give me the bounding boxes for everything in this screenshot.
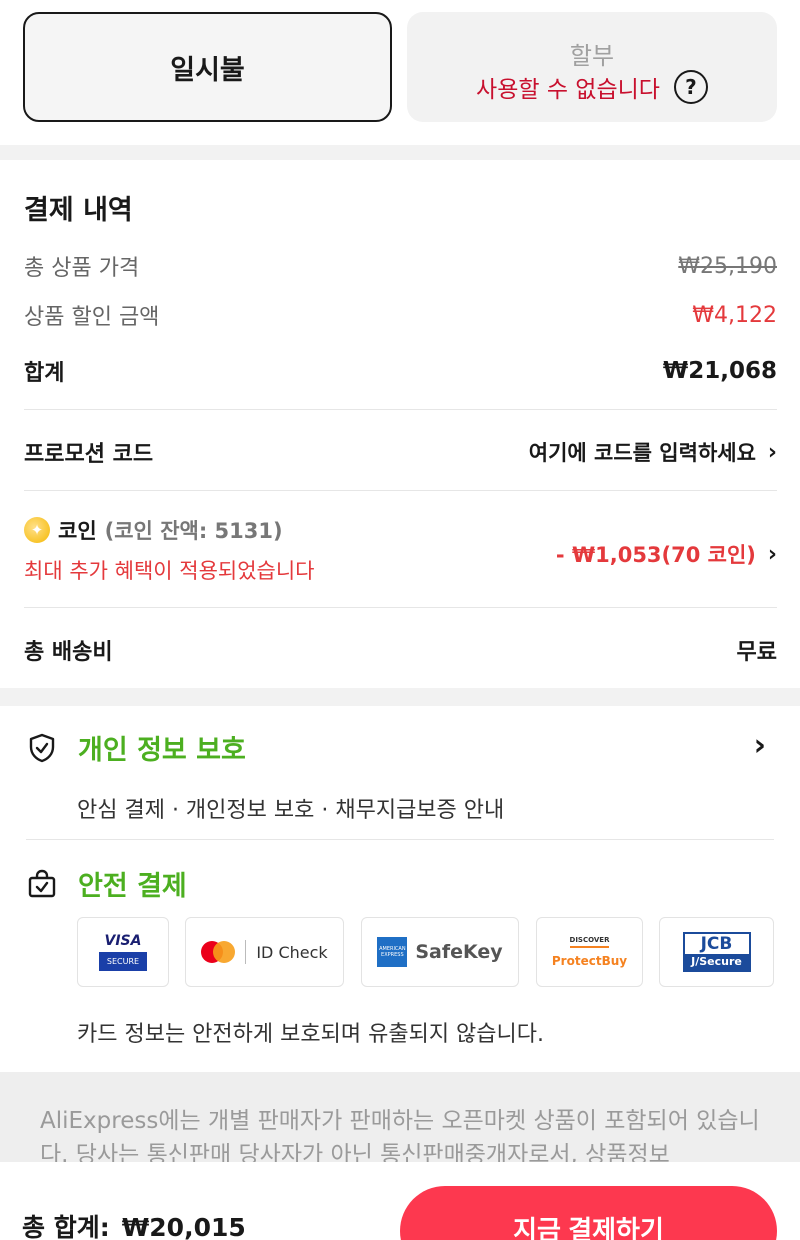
coin-icon: ✦ (24, 517, 50, 543)
badge-divider (245, 940, 247, 964)
amex-logo-icon: AMERICAN EXPRESS (377, 937, 408, 967)
shipping-label: 총 배송비 (24, 640, 113, 665)
lump-sum-option[interactable]: 일시불 (23, 12, 392, 122)
promo-code-input[interactable]: 여기에 코드를 입력하세요 › (529, 437, 777, 467)
divider (26, 839, 774, 840)
coin-benefit-note: 최대 추가 혜택이 적용되었습니다 (24, 559, 315, 583)
pay-now-button[interactable]: 지금 결제하기 (400, 1186, 777, 1240)
total-value: ₩21,068 (662, 358, 777, 384)
installment-option[interactable]: 할부 사용할 수 없습니다 ? (407, 12, 777, 122)
checkout-bar: 총 합계: ₩20,015 지금 결제하기 (0, 1162, 800, 1240)
chevron-right-icon: › (767, 541, 777, 567)
total-label: 합계 (24, 361, 65, 386)
secure-payment-title: 안전 결제 (78, 871, 187, 902)
visa-secure-text: SECURE (98, 952, 148, 971)
promo-code-placeholder: 여기에 코드를 입력하세요 (528, 441, 756, 465)
id-check-text: ID Check (256, 942, 328, 962)
coin-discount[interactable]: - ₩1,053(70 코인) › (556, 539, 777, 569)
subtotal-row: 총 상품 가격 ₩25,190 (24, 250, 777, 282)
visa-logo-text: VISA (104, 933, 142, 949)
jcb-jsecure-badge: JCB J/Secure (659, 917, 774, 987)
privacy-title: 개인 정보 보호 (78, 735, 246, 766)
total-row: 합계 ₩21,068 (24, 355, 777, 387)
installment-status-row: 사용할 수 없습니다 ? (407, 70, 777, 104)
promo-code-label: 프로모션 코드 (24, 442, 154, 467)
summary-title: 결제 내역 (24, 195, 133, 226)
installment-status: 사용할 수 없습니다 (476, 77, 660, 103)
amex-safekey-badge: AMERICAN EXPRESS SafeKey (361, 917, 519, 987)
chevron-right-icon[interactable]: › (754, 728, 766, 763)
discover-protectbuy-badge: DISCOVER ProtectBuy (536, 917, 643, 987)
mastercard-id-check-badge: ID Check (185, 917, 344, 987)
shipping-row: 총 배송비 무료 (24, 634, 777, 666)
divider (24, 490, 777, 491)
shipping-value: 무료 (736, 640, 777, 665)
disclaimer-section: AliExpress에는 개별 판매자가 판매하는 오픈마켓 상품이 포함되어 … (0, 1072, 800, 1172)
divider (24, 607, 777, 608)
discount-value: ₩4,122 (692, 302, 777, 328)
divider (24, 409, 777, 410)
payment-type-section: 일시불 할부 사용할 수 없습니다 ? (0, 0, 800, 145)
coin-label: 코인 (58, 519, 97, 543)
privacy-header[interactable]: 개인 정보 보호 (26, 728, 246, 767)
shield-check-icon (29, 733, 55, 762)
coin-row[interactable]: ✦ 코인 (코인 잔액: 5131) 최대 추가 혜택이 적용되었습니다 - ₩… (24, 515, 777, 585)
mastercard-logo-icon (201, 941, 236, 963)
card-security-note: 카드 정보는 안전하게 보호되며 유출되지 않습니다. (77, 1022, 545, 1047)
lump-sum-label: 일시불 (170, 54, 245, 86)
chevron-right-icon: › (767, 439, 777, 465)
protection-section: 개인 정보 보호 › 안심 결제 · 개인정보 보호 · 채무지급보증 안내 안… (0, 706, 800, 1072)
discover-logo-text: DISCOVER (569, 936, 610, 948)
coin-discount-value: - ₩1,053(70 코인) (555, 543, 756, 567)
section-gap (0, 688, 800, 706)
jcb-logo-text: JCB (700, 934, 733, 954)
discount-label: 상품 할인 금액 (24, 305, 160, 330)
visa-secure-badge: VISA SECURE (77, 917, 169, 987)
section-gap (0, 145, 800, 160)
secure-bag-icon (28, 869, 56, 897)
question-circle-icon[interactable]: ? (673, 70, 708, 104)
grand-total-label: 총 합계: (22, 1213, 110, 1240)
coin-balance: (코인 잔액: 5131) (104, 519, 283, 543)
payment-summary: 결제 내역 총 상품 가격 ₩25,190 상품 할인 금액 ₩4,122 합계… (0, 160, 800, 688)
installment-label: 할부 (569, 42, 615, 70)
subtotal-value: ₩25,190 (678, 253, 777, 279)
jsecure-text: J/Secure (684, 954, 749, 970)
safekey-text: SafeKey (415, 941, 503, 963)
subtotal-label: 총 상품 가격 (24, 256, 140, 281)
protectbuy-text: ProtectBuy (551, 954, 628, 968)
privacy-description: 안심 결제 · 개인정보 보호 · 채무지급보증 안내 (77, 798, 505, 823)
grand-total-value: ₩20,015 (121, 1213, 246, 1240)
grand-total: 총 합계: ₩20,015 (22, 1208, 246, 1240)
secure-payment-header: 안전 결제 (26, 864, 187, 903)
promo-code-row[interactable]: 프로모션 코드 여기에 코드를 입력하세요 › (24, 436, 777, 468)
discount-row: 상품 할인 금액 ₩4,122 (24, 299, 777, 331)
coin-info: ✦ 코인 (코인 잔액: 5131) 최대 추가 혜택이 적용되었습니다 (24, 515, 315, 585)
